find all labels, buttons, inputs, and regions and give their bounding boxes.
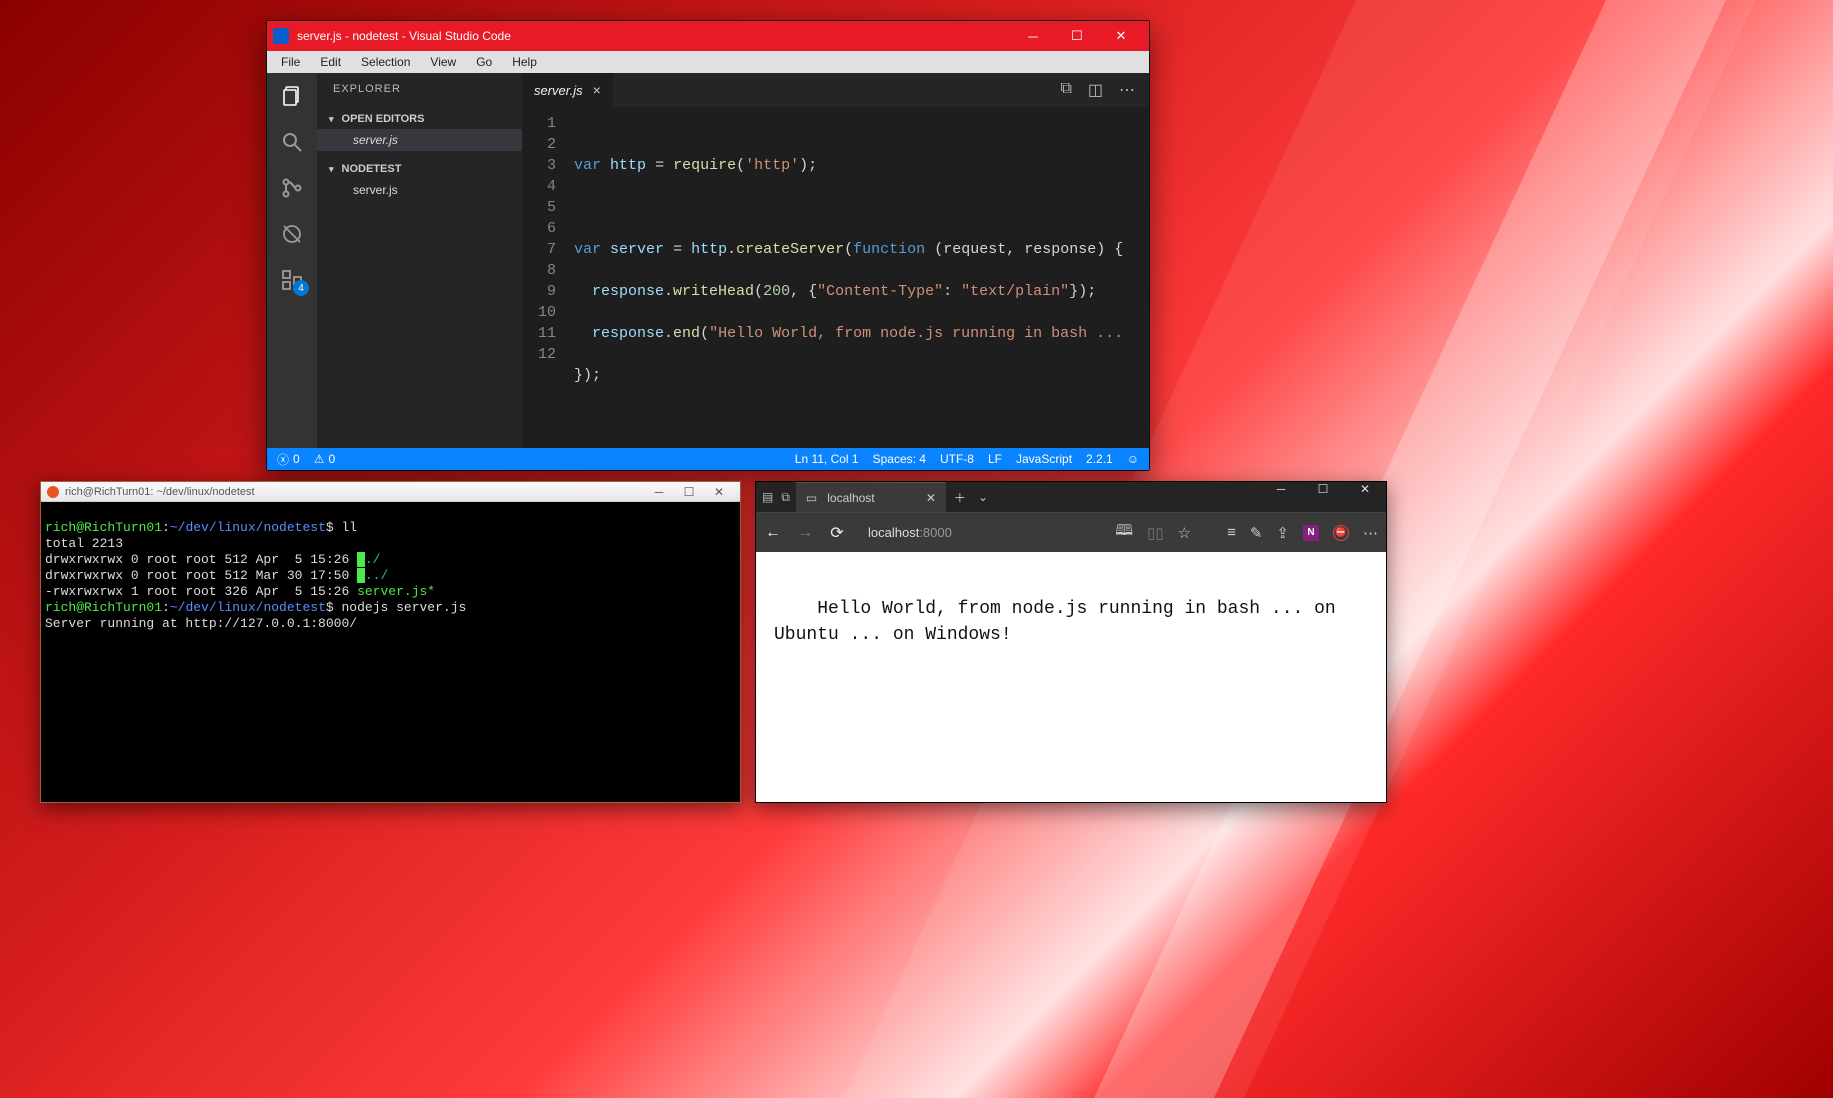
status-feedback-icon[interactable]: ☺: [1127, 452, 1139, 466]
explorer-panel: EXPLORER OPEN EDITORS server.js NODETEST…: [317, 73, 522, 448]
browser-toolbar: ← → ⟳ localhost:8000 🕮 ▯▯ ☆ ≡ ✎ ⇪ N ⛔ ⋯: [756, 512, 1386, 552]
menu-file[interactable]: File: [273, 53, 308, 71]
maximize-button[interactable]: ☐: [1055, 28, 1099, 44]
back-icon[interactable]: ←: [764, 524, 782, 542]
tab-actions-icon[interactable]: ▤: [762, 490, 773, 504]
vscode-logo-icon: [273, 28, 289, 44]
terminal-window: rich@RichTurn01: ~/dev/linux/nodetest ─ …: [40, 481, 741, 803]
ubuntu-icon: [47, 486, 59, 498]
vscode-window: server.js - nodetest - Visual Studio Cod…: [266, 20, 1150, 471]
terminal-titlebar[interactable]: rich@RichTurn01: ~/dev/linux/nodetest ─ …: [41, 482, 740, 502]
close-button[interactable]: ✕: [1344, 482, 1386, 512]
status-warnings[interactable]: ⚠ 0: [314, 452, 335, 466]
forward-icon[interactable]: →: [796, 524, 814, 542]
window-title: server.js - nodetest - Visual Studio Cod…: [297, 29, 511, 43]
line-gutter: 1 2 3 4 5 6 7 8 9 10 11 12: [522, 107, 574, 448]
maximize-button[interactable]: ☐: [1302, 482, 1344, 512]
source-control-icon[interactable]: [279, 175, 305, 201]
menu-help[interactable]: Help: [504, 53, 545, 71]
browser-page: Hello World, from node.js running in bas…: [756, 552, 1386, 802]
split-preview-icon[interactable]: ⧉: [1060, 80, 1071, 100]
page-text: Hello World, from node.js running in bas…: [774, 599, 1347, 645]
maximize-button[interactable]: ☐: [674, 485, 704, 499]
editor-area: server.js × ⧉ ◫ ⋯ 1 2 3 4 5 6 7 8 9 10 1…: [522, 73, 1149, 448]
search-icon[interactable]: [279, 129, 305, 155]
status-errors[interactable]: ⓧ 0: [277, 451, 300, 468]
menu-go[interactable]: Go: [468, 53, 500, 71]
share-icon[interactable]: ⇪: [1276, 524, 1289, 542]
status-eol[interactable]: LF: [988, 452, 1002, 466]
status-cursor-pos[interactable]: Ln 11, Col 1: [795, 452, 859, 466]
activity-bar: 4: [267, 73, 317, 448]
explorer-title: EXPLORER: [317, 73, 522, 105]
code-lines[interactable]: var http = require('http'); var server =…: [574, 107, 1149, 448]
close-button[interactable]: ✕: [704, 485, 734, 499]
menu-view[interactable]: View: [422, 53, 464, 71]
terminal-body[interactable]: rich@RichTurn01:~/dev/linux/nodetest$ ll…: [41, 502, 740, 802]
tab-label: localhost: [827, 491, 874, 505]
open-editor-item[interactable]: server.js: [317, 129, 522, 151]
minimize-button[interactable]: ─: [644, 485, 674, 499]
refresh-icon[interactable]: ⟳: [828, 524, 846, 542]
hub-icon[interactable]: ≡: [1227, 524, 1236, 541]
adblock-icon[interactable]: ⛔: [1333, 525, 1349, 541]
address-bar[interactable]: localhost:8000: [860, 525, 1101, 540]
editor-tabs: server.js × ⧉ ◫ ⋯: [522, 73, 1149, 107]
editor-tab[interactable]: server.js ×: [522, 73, 613, 107]
menu-edit[interactable]: Edit: [312, 53, 349, 71]
status-bar: ⓧ 0 ⚠ 0 Ln 11, Col 1 Spaces: 4 UTF-8 LF …: [267, 448, 1149, 470]
minimize-button[interactable]: ─: [1011, 29, 1055, 44]
terminal-title: rich@RichTurn01: ~/dev/linux/nodetest: [65, 486, 255, 498]
debug-icon[interactable]: [279, 221, 305, 247]
browser-window: ▤ ⧉ ▭ localhost ✕ ＋ ⌄ ─ ☐ ✕ ← → ⟳ localh…: [755, 481, 1387, 803]
menubar: File Edit Selection View Go Help: [267, 51, 1149, 73]
code-editor[interactable]: 1 2 3 4 5 6 7 8 9 10 11 12 var http = re…: [522, 107, 1149, 448]
split-editor-icon[interactable]: ◫: [1088, 80, 1103, 100]
favorite-icon[interactable]: ☆: [1178, 524, 1191, 542]
status-encoding[interactable]: UTF-8: [940, 452, 974, 466]
notes-icon[interactable]: ✎: [1250, 524, 1263, 542]
status-indent[interactable]: Spaces: 4: [873, 452, 926, 466]
page-icon: ▭: [806, 491, 817, 505]
status-version[interactable]: 2.2.1: [1086, 452, 1113, 466]
extensions-badge: 4: [293, 280, 309, 296]
tab-close-icon[interactable]: ×: [593, 82, 601, 98]
extensions-icon[interactable]: 4: [279, 267, 305, 293]
explorer-icon[interactable]: [279, 83, 305, 109]
reading-view-icon[interactable]: 🕮: [1115, 520, 1133, 545]
more-icon[interactable]: ⋯: [1119, 80, 1135, 100]
browser-tab[interactable]: ▭ localhost ✕: [796, 482, 946, 512]
browser-tabbar: ▤ ⧉ ▭ localhost ✕ ＋ ⌄ ─ ☐ ✕: [756, 482, 1386, 512]
onenote-icon[interactable]: N: [1303, 525, 1319, 541]
vscode-titlebar[interactable]: server.js - nodetest - Visual Studio Cod…: [267, 21, 1149, 51]
tab-close-icon[interactable]: ✕: [926, 491, 936, 505]
new-tab-icon[interactable]: ＋: [954, 489, 966, 506]
project-folder-header[interactable]: NODETEST: [317, 159, 522, 179]
close-button[interactable]: ✕: [1099, 28, 1143, 44]
menu-selection[interactable]: Selection: [353, 53, 418, 71]
tab-chevron-icon[interactable]: ⌄: [978, 490, 988, 504]
more-icon[interactable]: ⋯: [1363, 524, 1378, 542]
file-tree-item[interactable]: server.js: [317, 179, 522, 201]
minimize-button[interactable]: ─: [1260, 482, 1302, 512]
set-aside-icon[interactable]: ⧉: [781, 490, 790, 505]
status-language[interactable]: JavaScript: [1016, 452, 1072, 466]
reading-list-icon[interactable]: ▯▯: [1147, 524, 1164, 542]
open-editors-header[interactable]: OPEN EDITORS: [317, 109, 522, 129]
tab-label: server.js: [534, 83, 583, 98]
